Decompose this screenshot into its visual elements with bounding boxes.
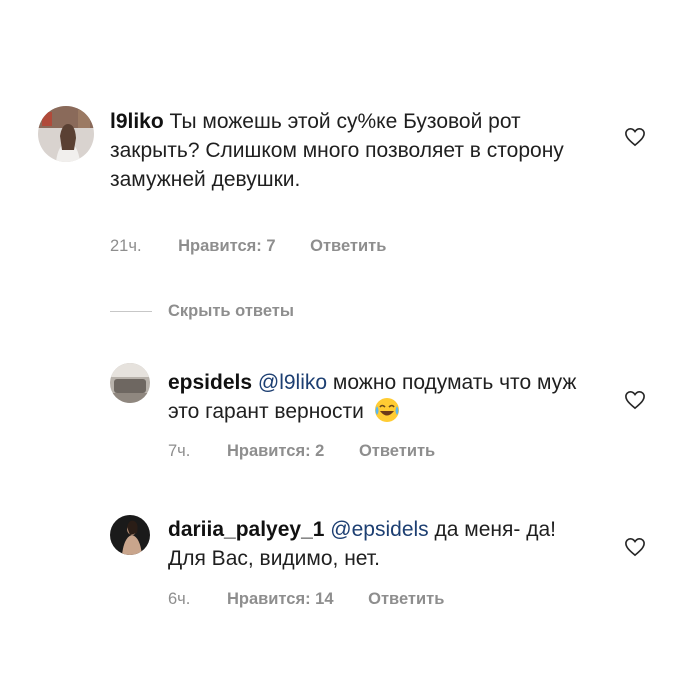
heart-icon[interactable]: [624, 537, 646, 557]
avatar[interactable]: [110, 515, 150, 555]
hide-replies-button[interactable]: Скрыть ответы: [110, 302, 294, 321]
comment-time: 6ч.: [168, 590, 191, 608]
comment-body: Ты можешь этой су%ке Бузовой рот закрыть…: [110, 110, 564, 191]
divider: [110, 311, 152, 312]
reply-button[interactable]: Ответить: [368, 590, 444, 609]
comment-text: epsidels @l9liko можно подумать что муж …: [168, 368, 588, 426]
likes-count-button[interactable]: Нравится: 2: [227, 442, 324, 461]
face-with-tears-of-joy-icon: [374, 398, 399, 422]
comment-text: dariia_palyey_1 @epsidels да меня- да! Д…: [168, 515, 588, 573]
mention-link[interactable]: @l9liko: [258, 371, 327, 394]
comment-meta: 21ч. Нравится: 7 Ответить: [110, 237, 386, 256]
comment-username[interactable]: epsidels: [168, 371, 252, 394]
comment-meta: 6ч. Нравится: 14 Ответить: [168, 590, 444, 609]
likes-count-button[interactable]: Нравится: 7: [178, 237, 275, 256]
comment-username[interactable]: dariia_palyey_1: [168, 518, 324, 541]
comment-text: l9liko Ты можешь этой су%ке Бузовой рот …: [110, 107, 580, 194]
heart-icon[interactable]: [624, 127, 646, 147]
reply-button[interactable]: Ответить: [310, 237, 386, 256]
hide-replies-label: Скрыть ответы: [168, 302, 294, 320]
reply-button[interactable]: Ответить: [359, 442, 435, 461]
avatar[interactable]: [38, 106, 94, 162]
comment-meta: 7ч. Нравится: 2 Ответить: [168, 442, 435, 461]
mention-link[interactable]: @epsidels: [330, 518, 428, 541]
avatar[interactable]: [110, 363, 150, 403]
comment-time: 7ч.: [168, 442, 191, 460]
comment-time: 21ч.: [110, 237, 142, 255]
heart-icon[interactable]: [624, 390, 646, 410]
comment-username[interactable]: l9liko: [110, 110, 164, 133]
likes-count-button[interactable]: Нравится: 14: [227, 590, 334, 609]
